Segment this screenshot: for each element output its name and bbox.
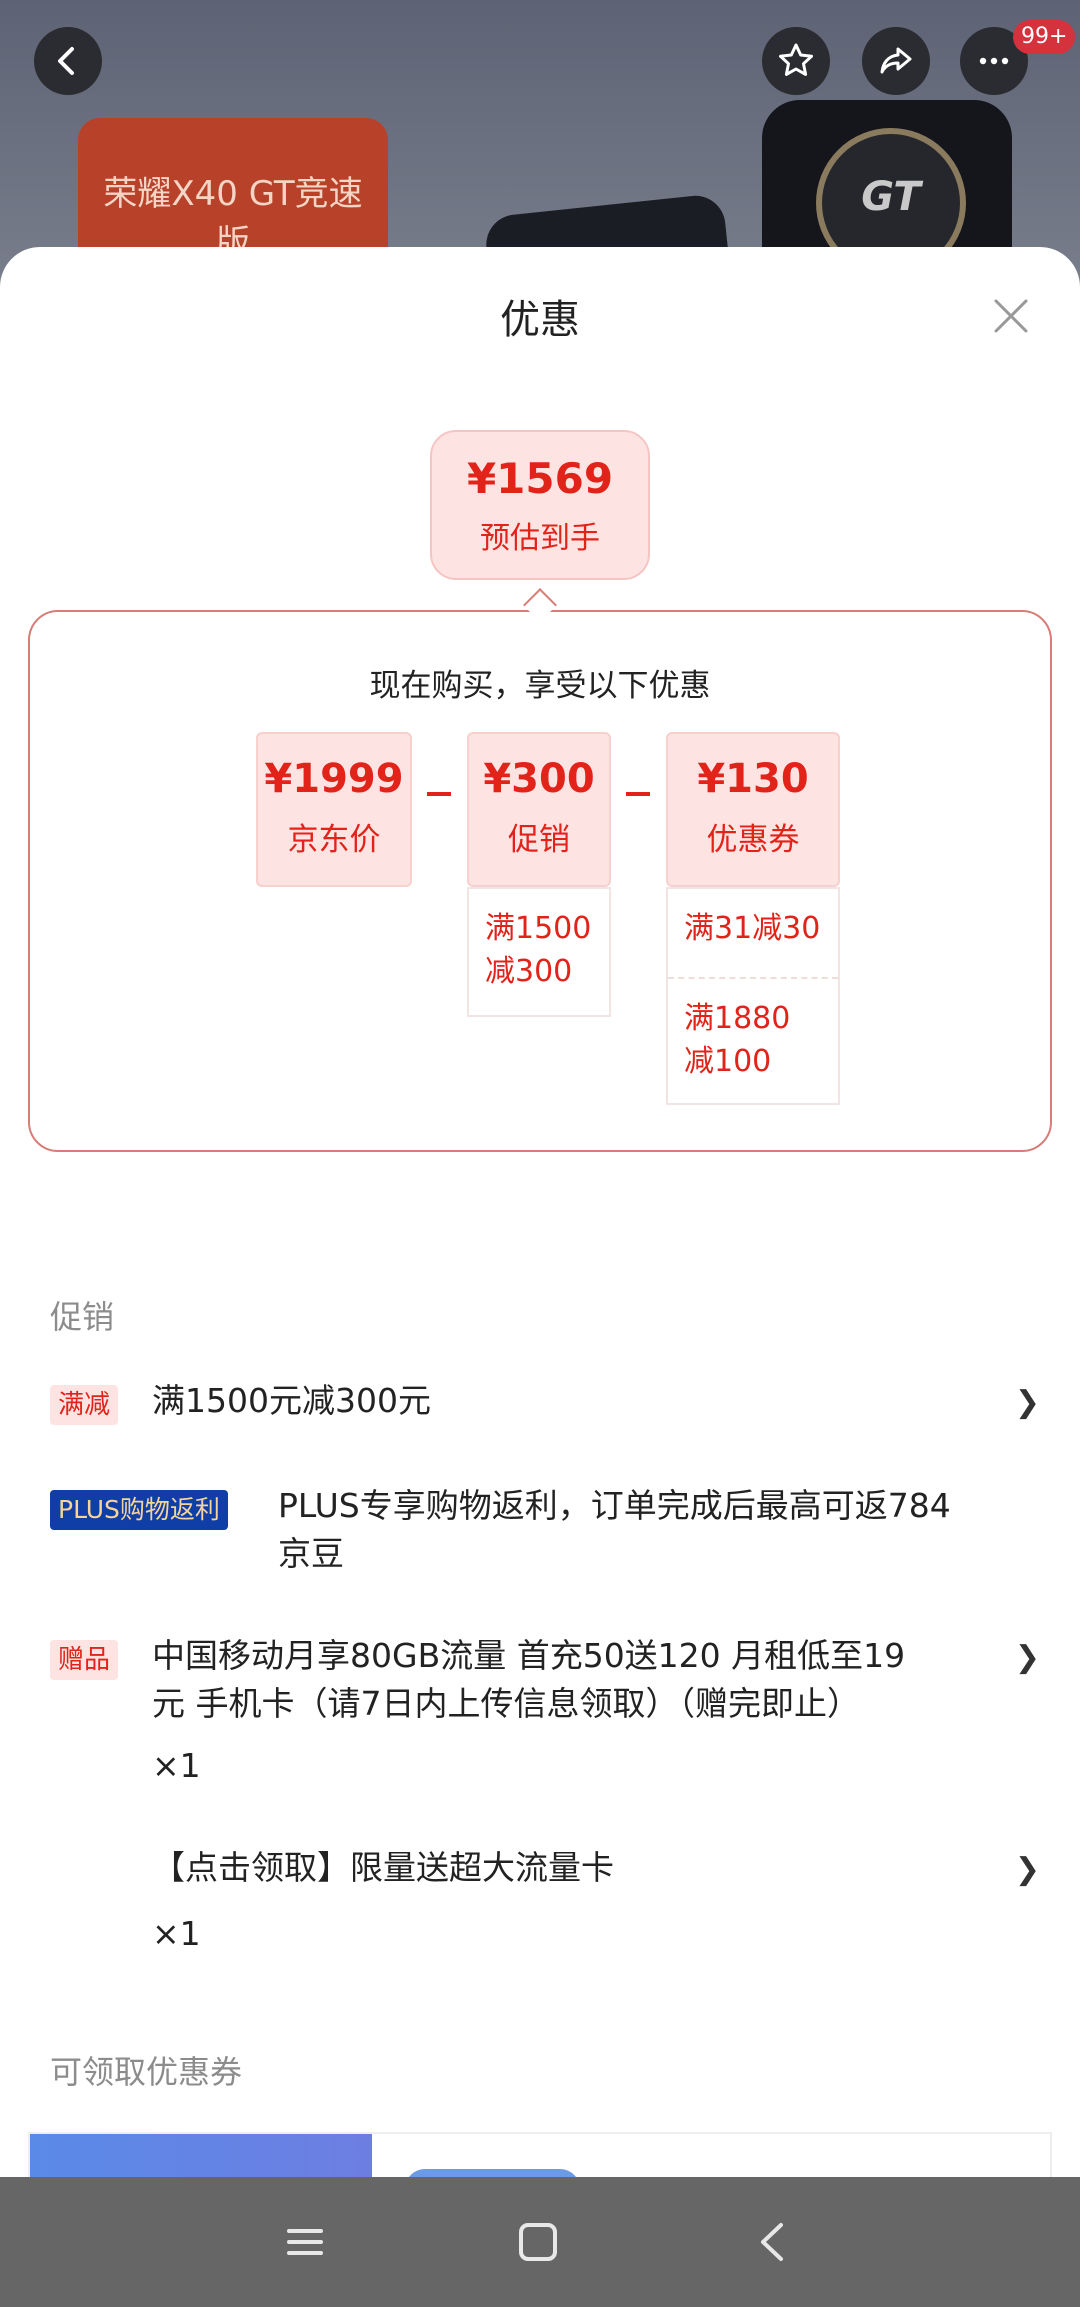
gift-text: 元 手机卡（请7日内上传信息领取）（赠完即止）	[152, 1684, 860, 1723]
plus-tag: PLUS购物返利	[50, 1490, 228, 1530]
sheet-title: 优惠	[500, 297, 580, 343]
coupon-type-pill	[405, 2169, 580, 2177]
promotion-text: PLUS专享购物返利，订单完成后最高可返784	[278, 1486, 951, 1525]
estimated-price-box: ¥1569 预估到手	[430, 430, 650, 580]
notification-badge: 99+	[1013, 20, 1076, 54]
card-amount: ¥300	[483, 756, 595, 802]
share-icon	[880, 47, 912, 74]
promotion-text: 满1500元减300元	[152, 1381, 431, 1420]
promotion-tag: 满减	[50, 1385, 119, 1425]
share-button[interactable]	[862, 27, 930, 95]
more-dots-icon	[979, 57, 1009, 65]
estimated-price-label: 预估到手	[480, 521, 600, 556]
coupon-detail-line: 减100	[684, 1044, 772, 1079]
estimated-price: ¥1569	[466, 454, 614, 503]
card-label: 京东价	[287, 822, 381, 858]
minus-sign	[626, 792, 650, 796]
promotion-row-data-card[interactable]: 【点击领取】限量送超大流量卡 ×1 ❯	[50, 1844, 1040, 1964]
coupon-card: ¥130 优惠券	[666, 732, 840, 887]
gift-text: 中国移动月享80GB流量 首充50送120 月租低至19	[152, 1636, 906, 1675]
back-arrow-icon	[761, 2223, 783, 2261]
system-navigation-bar	[0, 2177, 1080, 2307]
promotion-detail: 满1500 减300	[467, 887, 611, 1017]
home-square-icon	[519, 2223, 557, 2261]
coupon-detail-line: 满1880	[684, 1001, 791, 1036]
coupon-detail: 满31减30 满1880 减100	[666, 887, 840, 1105]
back-button[interactable]	[34, 27, 102, 95]
chevron-right-icon: ❯	[1014, 1640, 1040, 1675]
promotions-section-title: 促销	[50, 1298, 115, 1336]
system-back-button[interactable]	[738, 2207, 808, 2277]
promotion-row-full-reduction[interactable]: 满减 满1500元减300元 ❯	[50, 1377, 1040, 1437]
dashed-divider	[668, 977, 838, 979]
card-label: 优惠券	[706, 822, 800, 858]
chevron-right-icon: ❯	[1014, 1385, 1040, 1420]
star-icon	[779, 43, 813, 76]
camera-logo: GT	[861, 174, 921, 220]
chevron-right-icon: ❯	[1014, 1852, 1040, 1887]
gift-quantity: ×1	[152, 1914, 201, 1953]
card-amount: ¥1999	[264, 756, 404, 802]
coupons-section-title: 可领取优惠券	[50, 2053, 243, 2091]
gift-text: 【点击领取】限量送超大流量卡	[152, 1848, 614, 1887]
promotion-detail-line: 满1500	[485, 911, 592, 946]
close-icon[interactable]	[988, 293, 1034, 339]
promotion-card: ¥300 促销	[467, 732, 611, 887]
coupon-detail-line: 满31减30	[684, 911, 821, 946]
coupon-card[interactable]	[28, 2132, 1052, 2177]
card-amount: ¥130	[697, 756, 809, 802]
promotion-row-plus-rebate: PLUS购物返利 PLUS专享购物返利，订单完成后最高可返784 京豆	[50, 1482, 1040, 1592]
card-label: 促销	[508, 822, 570, 858]
menu-button[interactable]	[270, 2207, 340, 2277]
promotion-row-gift[interactable]: 赠品 中国移动月享80GB流量 首充50送120 月租低至19 元 手机卡（请7…	[50, 1632, 1040, 1802]
coupon-value-panel	[30, 2134, 372, 2177]
home-button[interactable]	[503, 2207, 573, 2277]
jd-price-card: ¥1999 京东价	[256, 732, 412, 887]
minus-sign	[427, 792, 451, 796]
promotion-text: 京豆	[278, 1534, 344, 1573]
discount-sheet: 优惠 ¥1569 预估到手 现在购买，享受以下优惠 ¥1999 京东价 ¥300…	[0, 247, 1080, 2177]
menu-icon	[287, 2229, 323, 2255]
gift-quantity: ×1	[152, 1746, 201, 1785]
favorite-button[interactable]	[762, 27, 830, 95]
chevron-left-icon	[58, 47, 74, 75]
gift-tag: 赠品	[50, 1640, 119, 1680]
promotion-detail-line: 减300	[485, 954, 573, 989]
calculation-heading: 现在购买，享受以下优惠	[369, 668, 711, 704]
